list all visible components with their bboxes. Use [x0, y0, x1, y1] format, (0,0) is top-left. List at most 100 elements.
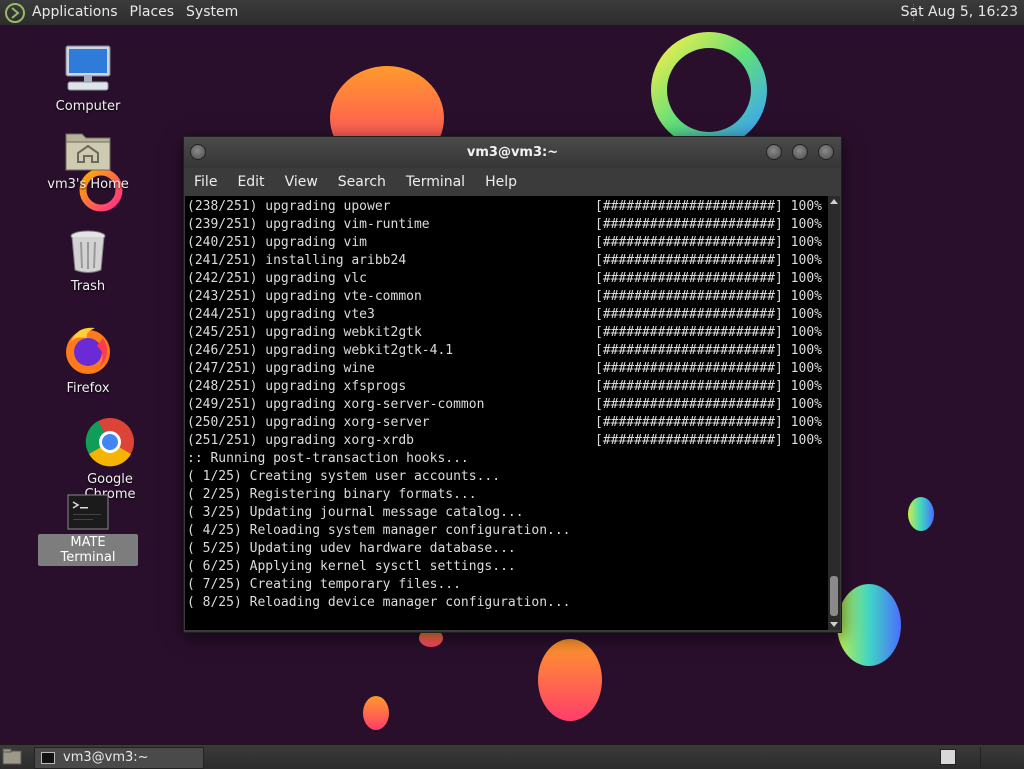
package-line: (244/251) upgrading vte3 [###############… — [187, 306, 822, 324]
places-menu[interactable]: Places — [124, 0, 181, 25]
chrome-icon — [85, 418, 134, 467]
desktop-icon-firefox[interactable]: Firefox — [38, 324, 138, 397]
package-line: (248/251) upgrading xfsprogs [###########… — [187, 378, 822, 396]
menu-file[interactable]: File — [184, 168, 227, 196]
desktop-icon-label: MATE Terminal — [38, 534, 138, 566]
top-panel: Applications Places System Sat Aug 5, 16… — [0, 0, 1024, 26]
close-button[interactable] — [818, 144, 834, 160]
desktop-icon-label: vm3's Home — [47, 177, 129, 192]
package-line: (245/251) upgrading webkit2gtk [#########… — [187, 324, 822, 342]
package-progress: [######################] 100% — [595, 289, 822, 304]
package-progress: [######################] 100% — [595, 433, 822, 448]
terminal-window[interactable]: vm3@vm3:~ File Edit View Search Terminal… — [183, 136, 842, 633]
package-progress: [######################] 100% — [595, 325, 822, 340]
menu-terminal[interactable]: Terminal — [396, 168, 475, 196]
workspace-switcher[interactable] — [940, 749, 956, 765]
package-progress: [######################] 100% — [595, 235, 822, 250]
menu-edit[interactable]: Edit — [227, 168, 274, 196]
desktop-icon-computer[interactable]: Computer — [38, 44, 138, 115]
scrollbar-thumb[interactable] — [830, 576, 838, 616]
minimize-button[interactable] — [766, 144, 782, 160]
desktop-icon-chrome[interactable]: Google Chrome — [60, 417, 160, 503]
hook-line: ( 2/25) Registering binary formats... — [187, 487, 477, 502]
workspace-switcher-inactive[interactable] — [980, 747, 1021, 767]
package-text: (251/251) upgrading xorg-xrdb — [187, 433, 414, 448]
package-progress: [######################] 100% — [595, 415, 822, 430]
package-text: (242/251) upgrading vlc — [187, 271, 368, 286]
hook-line: ( 1/25) Creating system user accounts... — [187, 469, 501, 484]
terminal-menubar: File Edit View Search Terminal Help — [184, 168, 841, 196]
window-title: vm3@vm3:~ — [466, 145, 559, 160]
clock[interactable]: Sat Aug 5, 16:23 — [901, 0, 1018, 25]
taskbar-window-button[interactable]: vm3@vm3:~ — [34, 747, 204, 769]
package-text: (247/251) upgrading wine — [187, 361, 375, 376]
package-line: (239/251) upgrading vim-runtime [########… — [187, 216, 822, 234]
hook-line: ( 8/25) Reloading device manager configu… — [187, 595, 571, 610]
trash-icon — [70, 230, 106, 273]
computer-icon — [65, 45, 111, 91]
package-line: (251/251) upgrading xorg-xrdb [##########… — [187, 432, 822, 450]
hook-line: ( 7/25) Creating temporary files... — [187, 577, 461, 592]
desktop-icon-label: Firefox — [66, 381, 110, 396]
package-text: (249/251) upgrading xorg-server-common — [187, 397, 485, 412]
package-progress: [######################] 100% — [595, 253, 822, 268]
hook-line: ( 3/25) Updating journal message catalog… — [187, 505, 524, 520]
package-line: (249/251) upgrading xorg-server-common [#… — [187, 396, 822, 414]
package-progress: [######################] 100% — [595, 199, 822, 214]
firefox-icon — [66, 327, 110, 374]
package-text: (250/251) upgrading xorg-server — [187, 415, 430, 430]
hook-line: ( 5/25) Updating udev hardware database.… — [187, 541, 516, 556]
hook-line: ( 4/25) Reloading system manager configu… — [187, 523, 571, 538]
bottom-panel: vm3@vm3:~ — [0, 744, 1024, 769]
system-menu[interactable]: System — [180, 0, 244, 25]
desktop-icon-trash[interactable]: Trash — [38, 228, 138, 295]
desktop-icon-home[interactable]: vm3's Home — [38, 128, 138, 193]
show-desktop-icon[interactable] — [2, 748, 24, 766]
package-line: (247/251) upgrading wine [###############… — [187, 360, 822, 378]
terminal-icon — [41, 752, 55, 764]
package-line: (241/251) installing aribb24 [###########… — [187, 252, 822, 270]
package-progress: [######################] 100% — [595, 379, 822, 394]
package-text: (240/251) upgrading vim — [187, 235, 368, 250]
package-text: (241/251) installing aribb24 — [187, 253, 407, 268]
taskbar-window-label: vm3@vm3:~ — [63, 750, 149, 765]
package-progress: [######################] 100% — [595, 343, 822, 358]
package-text: (245/251) upgrading webkit2gtk — [187, 325, 422, 340]
applications-menu[interactable]: Applications — [26, 0, 124, 25]
terminal-icon — [67, 494, 109, 530]
package-line: (238/251) upgrading upower [#############… — [187, 198, 822, 216]
hook-line: ( 6/25) Applying kernel sysctl settings.… — [187, 559, 516, 574]
package-text: (246/251) upgrading webkit2gtk-4.1 — [187, 343, 454, 358]
package-line: (246/251) upgrading webkit2gtk-4.1 [#####… — [187, 342, 822, 360]
package-line: (243/251) upgrading vte-common [#########… — [187, 288, 822, 306]
package-line: (240/251) upgrading vim [################… — [187, 234, 822, 252]
package-progress: [######################] 100% — [595, 271, 822, 286]
package-progress: [######################] 100% — [595, 307, 822, 322]
terminal-output[interactable]: (238/251) upgrading upower [#############… — [185, 196, 828, 630]
package-text: (244/251) upgrading vte3 — [187, 307, 375, 322]
menu-help[interactable]: Help — [475, 168, 527, 196]
desktop-icon-label: Trash — [70, 279, 106, 294]
package-text: (248/251) upgrading xfsprogs — [187, 379, 407, 394]
package-text: (243/251) upgrading vte-common — [187, 289, 422, 304]
package-progress: [######################] 100% — [595, 217, 822, 232]
package-text: (238/251) upgrading upower — [187, 199, 391, 214]
scroll-down-icon[interactable] — [830, 622, 838, 627]
mate-logo-icon[interactable] — [0, 0, 26, 25]
hooks-header: :: Running post-transaction hooks... — [187, 451, 469, 466]
desktop-icon-label: Computer — [55, 99, 121, 114]
maximize-button[interactable] — [792, 144, 808, 160]
menu-search[interactable]: Search — [328, 168, 396, 196]
home-folder-icon — [65, 133, 111, 171]
window-titlebar[interactable]: vm3@vm3:~ — [184, 137, 841, 168]
menu-view[interactable]: View — [275, 168, 328, 196]
package-progress: [######################] 100% — [595, 397, 822, 412]
desktop-icon-terminal[interactable]: MATE Terminal — [38, 494, 138, 566]
window-menu-button[interactable] — [190, 144, 206, 160]
scroll-up-icon[interactable] — [830, 199, 838, 204]
terminal-scrollbar[interactable] — [828, 196, 840, 630]
package-progress: [######################] 100% — [595, 361, 822, 376]
package-line: (250/251) upgrading xorg-server [########… — [187, 414, 822, 432]
package-line: (242/251) upgrading vlc [################… — [187, 270, 822, 288]
package-text: (239/251) upgrading vim-runtime — [187, 217, 430, 232]
